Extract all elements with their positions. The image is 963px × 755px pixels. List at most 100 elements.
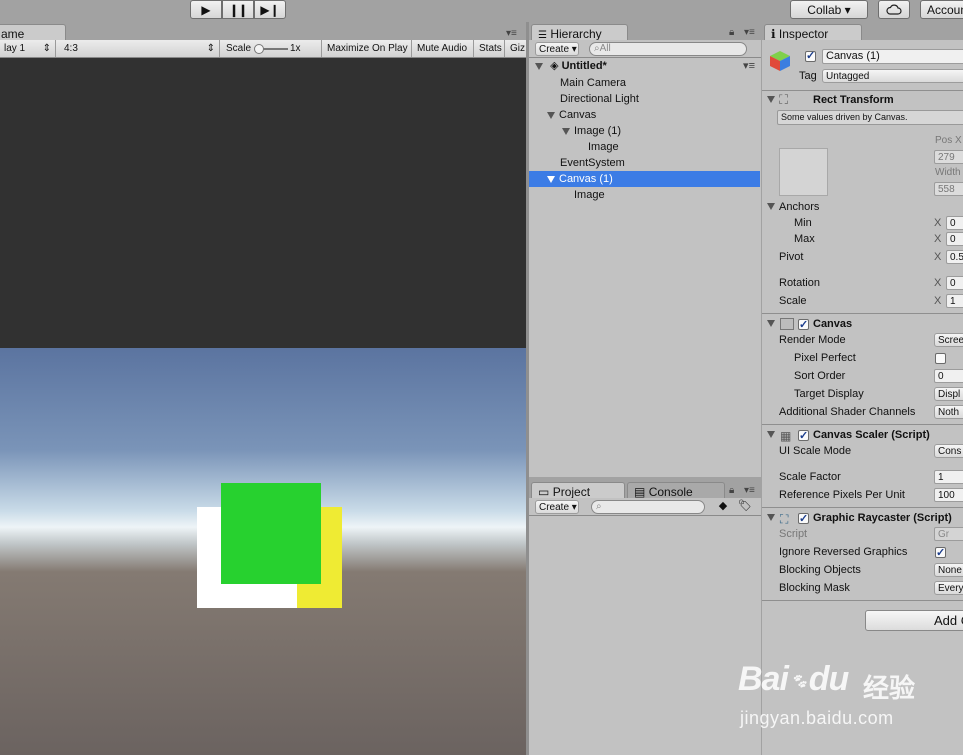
mute-audio-toggle[interactable]: Mute Audio — [413, 40, 474, 57]
panel-menu-icon[interactable]: ▾≡ — [744, 485, 755, 496]
tab-hierarchy-label: Hierarchy — [550, 27, 602, 41]
panel-menu-icon[interactable]: ▾≡ — [506, 28, 517, 39]
play-button[interactable]: ▶ — [190, 0, 222, 19]
lock-icon[interactable]: 🔒︎ — [729, 485, 734, 496]
panel-menu-icon[interactable]: ▾≡ — [744, 27, 755, 38]
blocking-objects-dropdown[interactable]: None — [934, 563, 963, 577]
expand-triangle-icon[interactable] — [767, 431, 775, 438]
anchors-row[interactable]: Anchors — [762, 199, 963, 215]
object-name-field[interactable]: Canvas (1) — [822, 49, 963, 64]
gizmos-toggle[interactable]: Giz — [506, 40, 526, 57]
expand-triangle-icon[interactable] — [767, 96, 775, 103]
tab-console-label: Console — [648, 485, 693, 499]
expand-triangle-icon[interactable] — [767, 514, 775, 521]
canvas-title: Canvas — [813, 318, 853, 330]
hierarchy-item-label: Image (1) — [574, 125, 622, 137]
pivot-row: Pivot X 0.5 — [762, 249, 963, 265]
blocking-mask-label: Blocking Mask — [779, 582, 850, 594]
pixel-perfect-row: Pixel Perfect — [762, 350, 963, 366]
graphic-raycaster-header[interactable]: ⛶ Graphic Raycaster (Script) — [762, 510, 963, 527]
add-component-button[interactable]: Add C — [865, 610, 963, 631]
scale-factor-row: Scale Factor 1 — [762, 469, 963, 485]
tag-dropdown[interactable]: Untagged — [822, 69, 963, 83]
expand-triangle-icon[interactable] — [562, 127, 570, 135]
hierarchy-item[interactable]: Image — [574, 187, 605, 203]
target-display-dropdown[interactable]: Displ — [934, 387, 963, 401]
lock-icon[interactable]: 🔒︎ — [729, 27, 734, 38]
display-dropdown[interactable]: lay 1 ⇕ — [0, 40, 56, 57]
render-mode-dropdown[interactable]: Scree — [934, 333, 963, 347]
pixel-perfect-checkbox[interactable] — [935, 350, 946, 366]
anchor-min-x-field[interactable]: 0 — [946, 216, 963, 230]
scene-menu-icon[interactable]: ▾≡ — [743, 58, 755, 74]
rect-transform-icon: ⛶ — [779, 92, 789, 107]
scene-row[interactable]: ◈ Untitled* ▾≡ — [535, 58, 761, 74]
project-search-input[interactable]: ⌕ — [591, 500, 705, 514]
rect-transform-title: Rect Transform — [813, 94, 894, 106]
filter-by-label-icon[interactable]: 🏷︎ — [735, 499, 755, 515]
scale-slider-handle[interactable] — [254, 44, 264, 54]
cloud-icon — [886, 4, 902, 15]
canvas-scaler-header[interactable]: ▦ Canvas Scaler (Script) — [762, 427, 963, 444]
watermark-brand: Bai 🐾︎du — [738, 660, 849, 699]
rotation-x-field[interactable]: 0 — [946, 276, 963, 290]
pos-x-field[interactable]: 279 — [934, 150, 963, 164]
cloud-button[interactable] — [878, 0, 910, 19]
sort-order-row: Sort Order 0 — [762, 368, 963, 384]
expand-triangle-icon[interactable] — [547, 175, 555, 183]
playback-controls: ▶ ❙❙ ▶❙ — [190, 0, 286, 19]
hierarchy-item[interactable]: EventSystem — [560, 155, 625, 171]
shader-channels-dropdown[interactable]: Noth — [934, 405, 963, 419]
canvas-component-header[interactable]: Canvas — [762, 316, 963, 333]
sort-order-field[interactable]: 0 — [934, 369, 963, 383]
hierarchy-item[interactable]: Image (1) — [562, 123, 621, 139]
updown-icon: ⇕ — [42, 43, 51, 54]
expand-triangle-icon[interactable] — [767, 203, 775, 210]
raycaster-icon: ⛶ — [780, 512, 789, 526]
account-button[interactable]: Accoun — [920, 0, 963, 19]
render-mode-label: Render Mode — [779, 334, 846, 346]
rect-transform-header[interactable]: ⛶ Rect Transform — [762, 92, 963, 108]
canvas-enabled-checkbox[interactable] — [798, 316, 809, 333]
raycaster-enabled-checkbox[interactable] — [798, 510, 809, 527]
active-checkbox[interactable] — [805, 49, 816, 62]
width-field[interactable]: 558 — [934, 182, 963, 196]
canvas-scaler-enabled-checkbox[interactable] — [798, 427, 809, 444]
pivot-x-field[interactable]: 0.5 — [946, 250, 963, 264]
pause-button[interactable]: ❙❙ — [222, 0, 254, 19]
x-label: X — [934, 295, 942, 307]
step-button[interactable]: ▶❙ — [254, 0, 286, 19]
sort-order-label: Sort Order — [794, 370, 846, 382]
aspect-dropdown[interactable]: 4:3 ⇕ — [60, 40, 220, 57]
ui-scale-mode-dropdown[interactable]: Cons — [934, 444, 963, 458]
hierarchy-item[interactable]: Main Camera — [560, 75, 626, 91]
ref-ppu-field[interactable]: 100 — [934, 488, 963, 502]
stats-toggle[interactable]: Stats — [475, 40, 505, 57]
expand-triangle-icon[interactable] — [547, 111, 555, 119]
maximize-on-play-toggle[interactable]: Maximize On Play — [323, 40, 412, 57]
display-label: lay 1 — [4, 43, 26, 54]
gameobject-cube-icon — [768, 50, 792, 72]
hierarchy-search-input[interactable]: ⌕All — [589, 42, 747, 56]
blocking-objects-label: Blocking Objects — [779, 564, 861, 576]
ref-ppu-row: Reference Pixels Per Unit 100 — [762, 487, 963, 503]
collab-button[interactable]: Collab ▾ — [790, 0, 868, 19]
hierarchy-item[interactable]: Directional Light — [560, 91, 639, 107]
create-dropdown[interactable]: Create ▾ — [535, 42, 579, 56]
hierarchy-item-selected[interactable]: Canvas (1) — [529, 171, 760, 187]
anchor-max-x-field[interactable]: 0 — [946, 232, 963, 246]
create-dropdown[interactable]: Create ▾ — [535, 500, 579, 514]
scale-x-field[interactable]: 1 — [946, 294, 963, 308]
ignore-reversed-checkbox[interactable] — [935, 544, 946, 561]
expand-triangle-icon[interactable] — [767, 320, 775, 327]
scale-factor-field[interactable]: 1 — [934, 470, 963, 484]
hierarchy-item[interactable]: Image — [588, 139, 619, 155]
filter-by-type-icon[interactable]: ◆ — [713, 499, 733, 515]
image-green — [221, 483, 321, 584]
script-row: Script Gr — [762, 526, 963, 542]
anchor-presets-button[interactable] — [779, 148, 828, 196]
game-viewport[interactable] — [0, 58, 526, 755]
x-label: X — [934, 251, 942, 263]
hierarchy-item[interactable]: Canvas — [547, 107, 596, 123]
blocking-mask-dropdown[interactable]: Every — [934, 581, 963, 595]
